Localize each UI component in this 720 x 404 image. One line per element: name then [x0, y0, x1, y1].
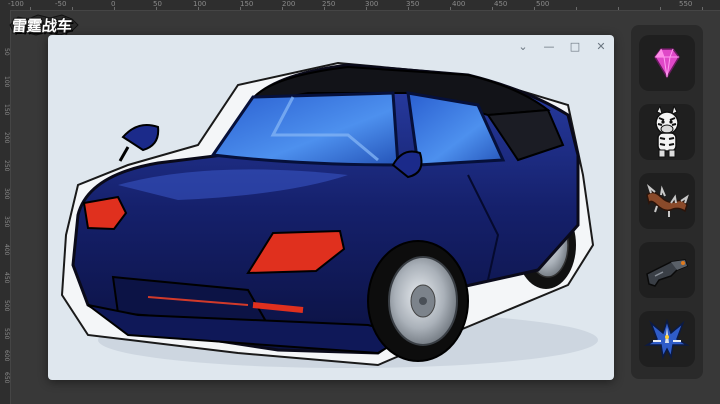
maximize-button[interactable]: □	[562, 35, 588, 57]
ruler-tick	[408, 7, 409, 10]
ruler-label: -100	[8, 0, 24, 8]
ruler-tick	[534, 7, 535, 10]
zebra-mascot-icon	[655, 106, 679, 158]
spiked-chain-icon	[646, 183, 689, 217]
minimize-button[interactable]: —	[536, 35, 562, 57]
chevron-down-icon[interactable]: ⌄	[510, 35, 536, 57]
ruler-label: 650	[3, 372, 10, 384]
slot-gem[interactable]	[639, 35, 695, 91]
close-button[interactable]: ✕	[588, 35, 614, 57]
ruler-label: 300	[365, 0, 379, 8]
ruler-label: 600	[3, 350, 10, 362]
blaster-gun-icon	[646, 259, 688, 287]
ruler-label: 550	[679, 0, 693, 8]
slot-mecha-jet[interactable]	[639, 311, 695, 367]
ruler-tick	[492, 7, 493, 10]
ruler-tick	[30, 7, 31, 10]
ruler-label: 400	[3, 244, 10, 256]
ruler-label: 500	[536, 0, 550, 8]
preview-window[interactable]: ⌄ — □ ✕	[48, 35, 614, 380]
ruler-label: 200	[3, 132, 10, 144]
ruler-label: 350	[3, 216, 10, 228]
ruler-label: 150	[3, 104, 10, 116]
slot-blaster[interactable]	[639, 242, 695, 298]
ruler-label: 450	[494, 0, 508, 8]
top-ruler: -100 -50 0 50 100 150 200 250 300 350 40…	[0, 0, 720, 11]
ruler-tick	[324, 7, 325, 10]
app-title: 雷霆战车	[11, 17, 73, 35]
ruler-label: 100	[193, 0, 207, 8]
ruler-label: 400	[452, 0, 466, 8]
ruler-tick	[660, 7, 661, 10]
ruler-label: 250	[3, 160, 10, 172]
car-artwork	[60, 61, 598, 368]
pink-gem-icon	[654, 48, 680, 79]
mecha-jet-icon	[644, 318, 690, 360]
ruler-tick	[198, 7, 199, 10]
ruler-tick	[702, 7, 703, 10]
left-ruler: 50 100 150 200 250 300 350 400 450 500 5…	[0, 10, 11, 404]
ruler-label: 300	[3, 188, 10, 200]
ruler-tick	[282, 7, 283, 10]
ruler-tick	[240, 7, 241, 10]
window-titlebar: ⌄ — □ ✕	[484, 35, 614, 57]
ruler-tick	[156, 7, 157, 10]
asset-panel	[631, 25, 703, 379]
ruler-label: 100	[3, 76, 10, 88]
ruler-tick	[72, 7, 73, 10]
ruler-tick	[576, 7, 577, 10]
ruler-tick	[450, 7, 451, 10]
ruler-label: 550	[3, 328, 10, 340]
ruler-label: 50	[153, 0, 162, 8]
ruler-tick	[366, 7, 367, 10]
ruler-label: 450	[3, 272, 10, 284]
slot-spiked-chain[interactable]	[639, 173, 695, 229]
ruler-label: 200	[282, 0, 296, 8]
ruler-tick	[618, 7, 619, 10]
slot-zebra-mascot[interactable]	[639, 104, 695, 160]
ruler-label: 150	[240, 0, 254, 8]
ruler-label: -50	[55, 0, 67, 8]
ruler-label: 500	[3, 300, 10, 312]
ruler-label: 50	[3, 48, 10, 56]
app-logo: 雷霆战车	[8, 13, 80, 37]
ruler-tick	[114, 7, 115, 10]
